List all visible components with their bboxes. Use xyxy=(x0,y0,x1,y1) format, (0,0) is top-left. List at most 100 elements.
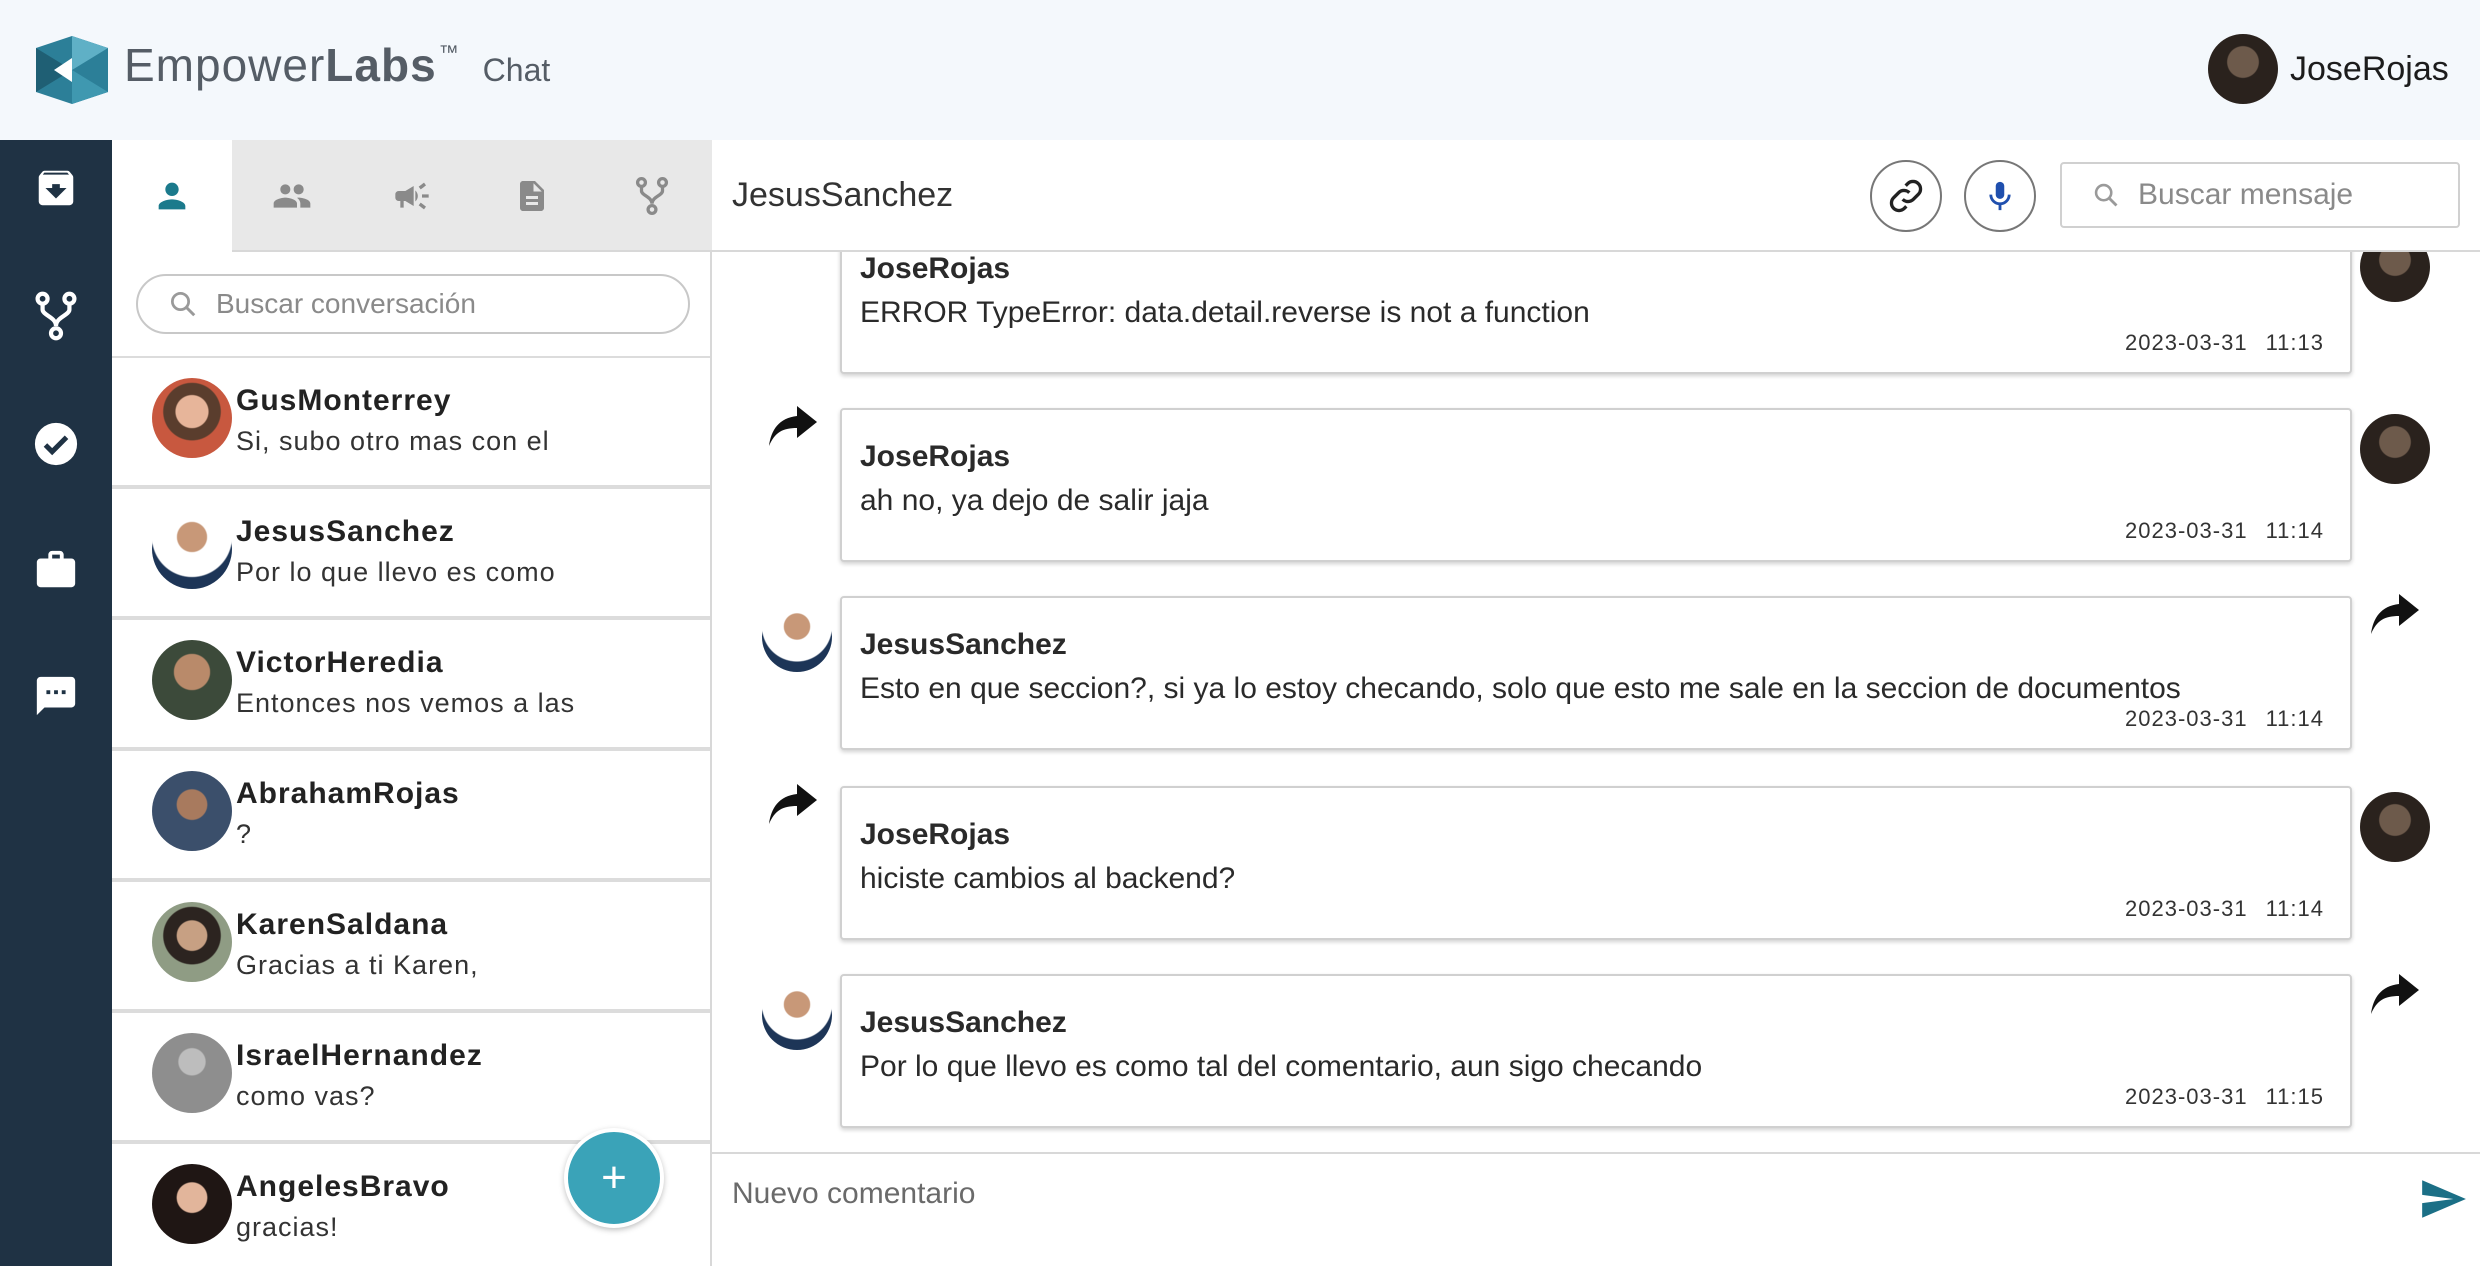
conversation-item[interactable]: KarenSaldana Gracias a ti Karen, xyxy=(112,880,710,1011)
link-icon xyxy=(1889,179,1923,213)
message-time: 11:14 xyxy=(2265,518,2324,543)
forward-icon[interactable] xyxy=(2370,594,2420,634)
conversation-name: IsraelHernandez xyxy=(236,1039,483,1072)
avatar xyxy=(152,509,232,589)
brand-second: Labs xyxy=(325,39,437,91)
sender-avatar xyxy=(762,980,832,1050)
message-time: 11:14 xyxy=(2265,896,2324,921)
conversation-name: AbrahamRojas xyxy=(236,777,460,810)
message-date: 2023-03-31 xyxy=(2125,330,2248,355)
sender-avatar xyxy=(2360,414,2430,484)
message-text: Esto en que seccion?, si ya lo estoy che… xyxy=(860,672,2181,705)
current-user-name[interactable]: JoseRojas xyxy=(2290,50,2449,89)
forward-icon[interactable] xyxy=(2370,974,2420,1014)
message-bubble[interactable]: JoseRojas ERROR TypeError: data.detail.r… xyxy=(840,252,2352,374)
conversation-last-message: Gracias a ti Karen, xyxy=(236,950,479,980)
fork-branch-icon xyxy=(35,291,77,341)
fork-branch-icon xyxy=(635,176,669,216)
message-author: JoseRojas xyxy=(860,818,1011,851)
message-author: JesusSanchez xyxy=(860,628,1067,661)
rail-branches-button[interactable] xyxy=(26,286,86,346)
chat-header: JesusSanchez xyxy=(712,140,2480,252)
avatar xyxy=(152,771,232,851)
microphone-button[interactable] xyxy=(1964,160,2036,232)
message-author: JoseRojas xyxy=(860,440,1011,473)
conversation-last-message: Si, subo otro mas con el xyxy=(236,426,550,456)
message-timestamp: 2023-03-31 11:15 xyxy=(2125,1084,2324,1110)
message-time: 11:14 xyxy=(2265,706,2324,731)
link-button[interactable] xyxy=(1870,160,1942,232)
avatar-placeholder xyxy=(152,1033,232,1113)
forward-icon[interactable] xyxy=(768,784,818,824)
conversation-last-message: ? xyxy=(236,819,253,849)
sender-avatar xyxy=(762,602,832,672)
tab-direct[interactable] xyxy=(112,140,232,252)
conversation-item[interactable]: AbrahamRojas ? xyxy=(112,749,710,880)
brand-first: Empower xyxy=(124,39,326,91)
left-nav-rail xyxy=(0,140,112,1266)
rail-chat-button[interactable] xyxy=(26,666,86,726)
new-conversation-button[interactable]: + xyxy=(564,1128,664,1228)
message-bubble[interactable]: JoseRojas ah no, ya dejo de salir jaja 2… xyxy=(840,408,2352,562)
brand-trademark: ™ xyxy=(438,42,459,64)
document-icon xyxy=(520,181,544,211)
tab-groups[interactable] xyxy=(232,140,352,252)
tab-documents[interactable] xyxy=(472,140,592,252)
message-timestamp: 2023-03-31 11:14 xyxy=(2125,518,2324,544)
tab-branches[interactable] xyxy=(592,140,712,252)
person-icon xyxy=(158,182,186,210)
conversation-item[interactable]: VictorHeredia Entonces nos vemos a las xyxy=(112,618,710,749)
message-text: ah no, ya dejo de salir jaja xyxy=(860,484,1209,517)
microphone-icon xyxy=(1989,181,2011,211)
send-icon[interactable] xyxy=(2418,1174,2468,1224)
forward-icon[interactable] xyxy=(768,406,818,446)
message-time: 11:15 xyxy=(2265,1084,2324,1109)
message-composer xyxy=(712,1152,2480,1266)
rail-archive-button[interactable] xyxy=(26,158,86,218)
briefcase-icon xyxy=(36,550,76,588)
conversation-name: VictorHeredia xyxy=(236,646,444,679)
new-comment-input[interactable] xyxy=(732,1174,2332,1214)
tab-announcements[interactable] xyxy=(352,140,472,252)
message-text: ERROR TypeError: data.detail.reverse is … xyxy=(860,296,1590,329)
avatar xyxy=(152,378,232,458)
message-author: JesusSanchez xyxy=(860,1006,1067,1039)
group-icon xyxy=(273,184,311,208)
check-circle-icon xyxy=(34,422,78,466)
empowerlabs-logo-icon[interactable] xyxy=(34,34,110,106)
conversation-last-message: gracias! xyxy=(236,1212,339,1242)
conversation-name: GusMonterrey xyxy=(236,384,452,417)
archive-download-icon xyxy=(38,170,74,206)
avatar xyxy=(152,902,232,982)
conversations-panel: GusMonterrey Si, subo otro mas con el Je… xyxy=(112,140,712,1266)
message-date: 2023-03-31 xyxy=(2125,706,2248,731)
message-bubble[interactable]: JesusSanchez Esto en que seccion?, si ya… xyxy=(840,596,2352,750)
message-bubble[interactable]: JesusSanchez Por lo que llevo es como ta… xyxy=(840,974,2352,1128)
rail-projects-button[interactable] xyxy=(26,540,86,600)
conversation-type-tabs xyxy=(112,140,712,252)
message-timestamp: 2023-03-31 11:14 xyxy=(2125,706,2324,732)
conversation-item[interactable]: JesusSanchez Por lo que llevo es como xyxy=(112,487,710,618)
top-header: Empower Labs ™ Chat JoseRojas xyxy=(0,0,2480,140)
avatar xyxy=(152,640,232,720)
conversation-search[interactable] xyxy=(136,274,690,334)
message-timestamp: 2023-03-31 11:13 xyxy=(2125,330,2324,356)
chat-title: JesusSanchez xyxy=(732,176,954,214)
conversation-search-input[interactable] xyxy=(216,288,656,320)
message-search-input[interactable] xyxy=(2138,178,2458,212)
brand-suffix: Chat xyxy=(482,52,551,88)
conversation-last-message: Por lo que llevo es como xyxy=(236,557,556,587)
conversation-item[interactable]: IsraelHernandez como vas? xyxy=(112,1011,710,1142)
message-search[interactable] xyxy=(2060,162,2460,228)
message-text: hiciste cambios al backend? xyxy=(860,862,1236,895)
current-user-avatar[interactable] xyxy=(2208,34,2278,104)
message-bubble[interactable]: JoseRojas hiciste cambios al backend? 20… xyxy=(840,786,2352,940)
message-timestamp: 2023-03-31 11:14 xyxy=(2125,896,2324,922)
conversation-name: JesusSanchez xyxy=(236,515,455,548)
conversation-item[interactable]: GusMonterrey Si, subo otro mas con el xyxy=(112,356,710,487)
conversation-name: AngelesBravo xyxy=(236,1170,450,1203)
message-date: 2023-03-31 xyxy=(2125,1084,2248,1109)
message-text: Por lo que llevo es como tal del comenta… xyxy=(860,1050,1703,1083)
rail-tasks-button[interactable] xyxy=(26,414,86,474)
conversation-last-message: Entonces nos vemos a las xyxy=(236,688,576,718)
